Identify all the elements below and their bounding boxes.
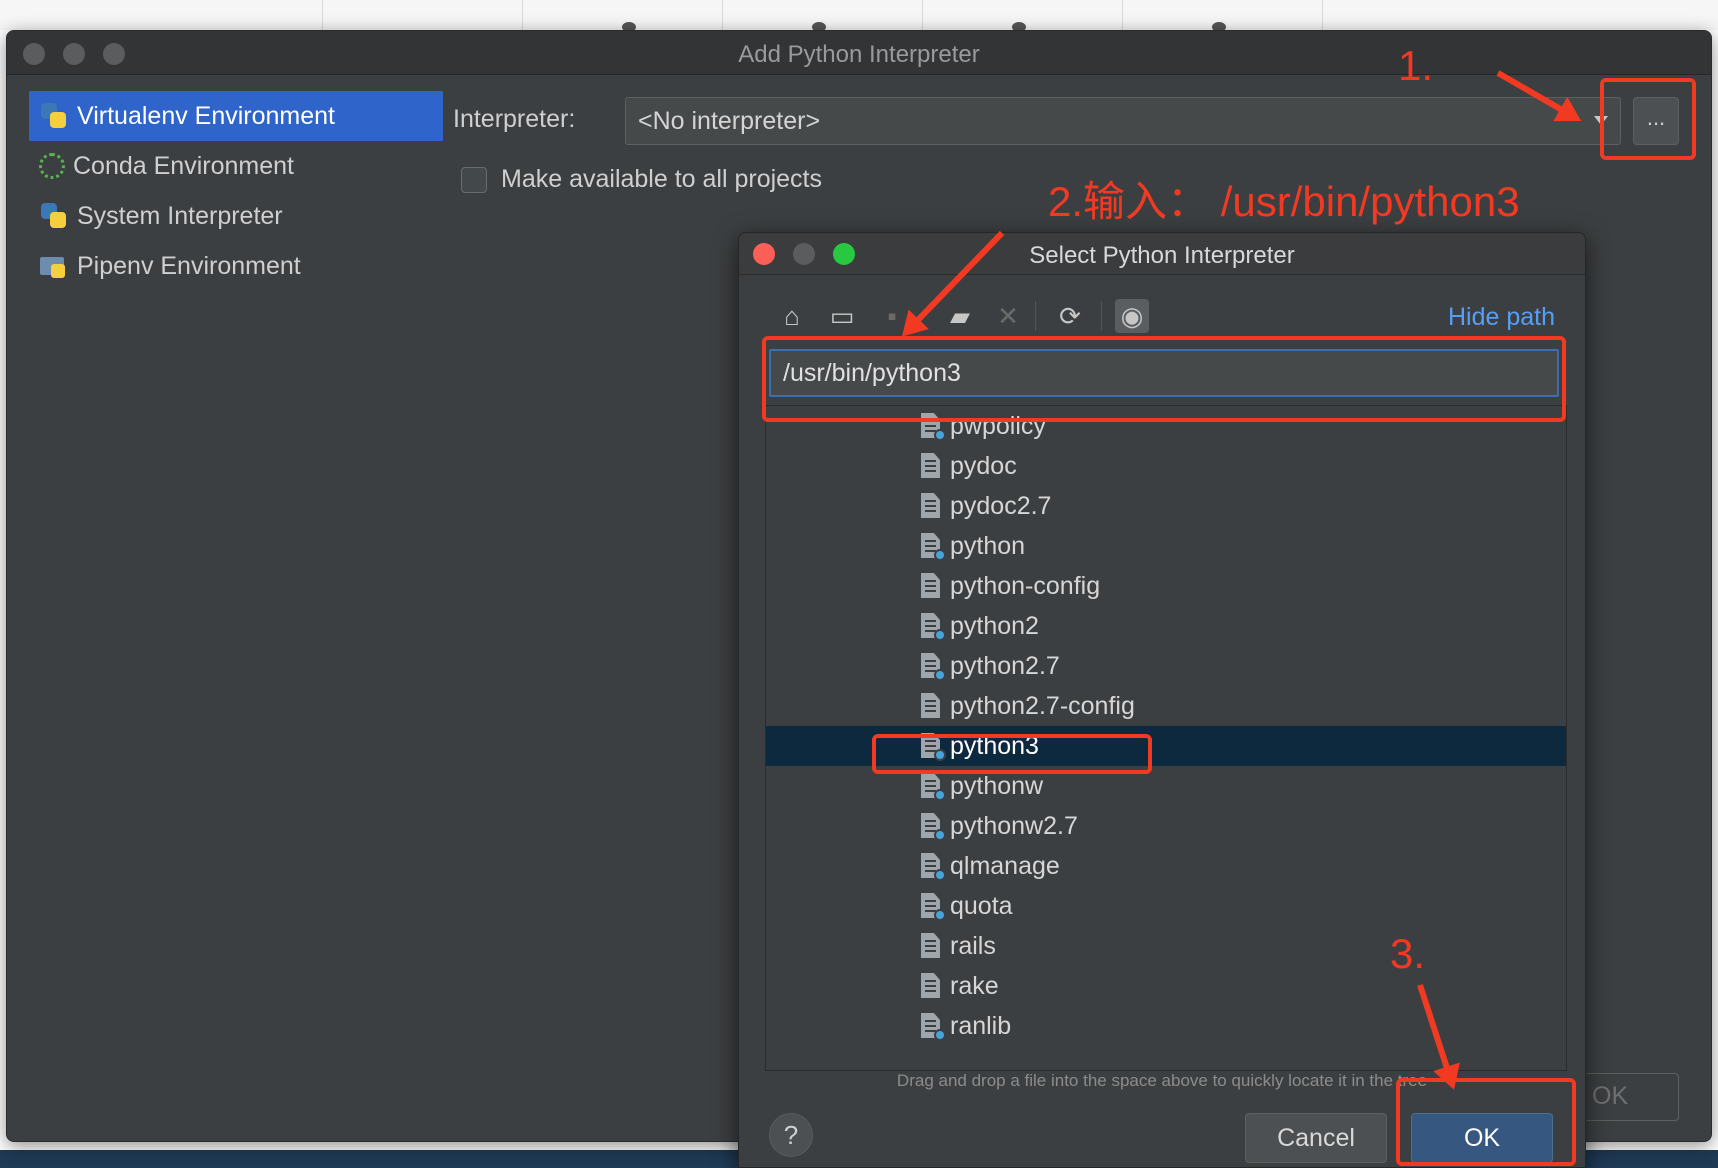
annotation-step3: 3. <box>1390 930 1426 977</box>
background-app-strip <box>0 0 1718 32</box>
annotation-box-ok <box>1396 1078 1576 1166</box>
make-available-row[interactable]: Make available to all projects <box>461 165 822 194</box>
file-name: pydoc2.7 <box>950 491 1052 520</box>
file-row[interactable]: pydoc2.7 <box>766 486 1566 526</box>
python-file-icon <box>918 651 946 681</box>
file-name: pythonw <box>950 771 1044 800</box>
file-row[interactable]: ranlib <box>766 1006 1566 1046</box>
help-button[interactable]: ? <box>769 1113 813 1157</box>
file-name: ranlib <box>950 1011 1012 1040</box>
cancel-button[interactable]: Cancel <box>1245 1113 1387 1163</box>
python-badge-icon <box>934 909 946 921</box>
python-badge-icon <box>934 1029 946 1041</box>
make-available-label: Make available to all projects <box>501 165 822 193</box>
show-hidden-files-icon[interactable]: ◉ <box>1115 299 1149 333</box>
file-chooser-toolbar: ⌂ ▭ ▪ ▰ ✕ ⟳ ◉ Hide path <box>775 295 1555 337</box>
python-icon <box>39 101 69 131</box>
environment-type-list: Virtualenv Environment Conda Environment… <box>29 91 443 291</box>
file-icon <box>918 451 944 481</box>
file-name: quota <box>950 891 1013 920</box>
python-badge-icon <box>934 429 946 441</box>
python-badge-icon <box>934 829 946 841</box>
sidebar-item-label: Pipenv Environment <box>77 251 301 280</box>
file-name: pydoc <box>950 451 1017 480</box>
interpreter-label: Interpreter: <box>453 105 576 133</box>
python-file-icon <box>918 771 946 801</box>
home-icon[interactable]: ⌂ <box>775 299 809 333</box>
python-file-icon <box>918 851 946 881</box>
file-row[interactable]: python2.7 <box>766 646 1566 686</box>
file-row[interactable]: rake <box>766 966 1566 1006</box>
file-name: python-config <box>950 571 1101 600</box>
file-name: qlmanage <box>950 851 1060 880</box>
sidebar-item-conda[interactable]: Conda Environment <box>29 141 443 191</box>
sidebar-item-virtualenv[interactable]: Virtualenv Environment <box>29 91 443 141</box>
file-name: python2 <box>950 611 1039 640</box>
python-file-icon <box>918 811 946 841</box>
file-row[interactable]: python2.7-config <box>766 686 1566 726</box>
sidebar-item-label: Conda Environment <box>73 151 294 180</box>
conda-icon <box>39 153 65 179</box>
file-icon <box>918 971 944 1001</box>
pipenv-icon <box>39 251 69 281</box>
file-name: rails <box>950 931 996 960</box>
file-row[interactable]: qlmanage <box>766 846 1566 886</box>
python-file-icon <box>918 531 946 561</box>
python-file-icon <box>918 1011 946 1041</box>
interpreter-value: <No interpreter> <box>638 107 821 135</box>
file-row[interactable]: rails <box>766 926 1566 966</box>
python-badge-icon <box>934 869 946 881</box>
annotation-box-path <box>762 336 1566 422</box>
file-row[interactable]: python <box>766 526 1566 566</box>
annotation-step2: 2.输入： /usr/bin/python3 <box>1048 178 1520 225</box>
python-badge-icon <box>934 629 946 641</box>
annotation-box-browse <box>1600 78 1696 160</box>
python-file-icon <box>918 611 946 641</box>
main-titlebar: Add Python Interpreter <box>7 31 1711 75</box>
file-name: rake <box>950 971 999 1000</box>
python-badge-icon <box>934 549 946 561</box>
file-name: python2.7-config <box>950 691 1135 720</box>
hide-path-link[interactable]: Hide path <box>1448 303 1555 332</box>
file-name: pythonw2.7 <box>950 811 1078 840</box>
file-row[interactable]: python2 <box>766 606 1566 646</box>
desktop-icon[interactable]: ▭ <box>825 299 859 333</box>
python-icon <box>39 201 69 231</box>
select-dialog-title: Select Python Interpreter <box>1029 242 1295 269</box>
annotation-step1: 1. <box>1398 42 1434 89</box>
delete-icon[interactable]: ✕ <box>991 299 1025 333</box>
file-icon <box>918 691 944 721</box>
select-dialog-titlebar: Select Python Interpreter <box>739 233 1585 275</box>
file-icon <box>918 931 944 961</box>
file-icon <box>918 571 944 601</box>
interpreter-combobox[interactable]: <No interpreter> <box>625 97 1621 145</box>
file-row[interactable]: python-config <box>766 566 1566 606</box>
python-badge-icon <box>934 789 946 801</box>
new-folder-icon[interactable]: ▰ <box>943 299 977 333</box>
sidebar-item-system[interactable]: System Interpreter <box>29 191 443 241</box>
dialog-title: Add Python Interpreter <box>738 41 980 68</box>
python-badge-icon <box>934 669 946 681</box>
make-available-checkbox[interactable] <box>461 166 487 193</box>
refresh-icon[interactable]: ⟳ <box>1053 299 1087 333</box>
file-row[interactable]: quota <box>766 886 1566 926</box>
file-icon <box>918 491 944 521</box>
python-file-icon <box>918 891 946 921</box>
file-row[interactable]: pythonw2.7 <box>766 806 1566 846</box>
sidebar-item-label: System Interpreter <box>77 201 283 230</box>
annotation-box-python3 <box>872 734 1152 774</box>
file-row[interactable]: pydoc <box>766 446 1566 486</box>
file-name: python2.7 <box>950 651 1060 680</box>
sidebar-item-pipenv[interactable]: Pipenv Environment <box>29 241 443 291</box>
sidebar-item-label: Virtualenv Environment <box>77 101 336 130</box>
file-name: python <box>950 531 1026 560</box>
